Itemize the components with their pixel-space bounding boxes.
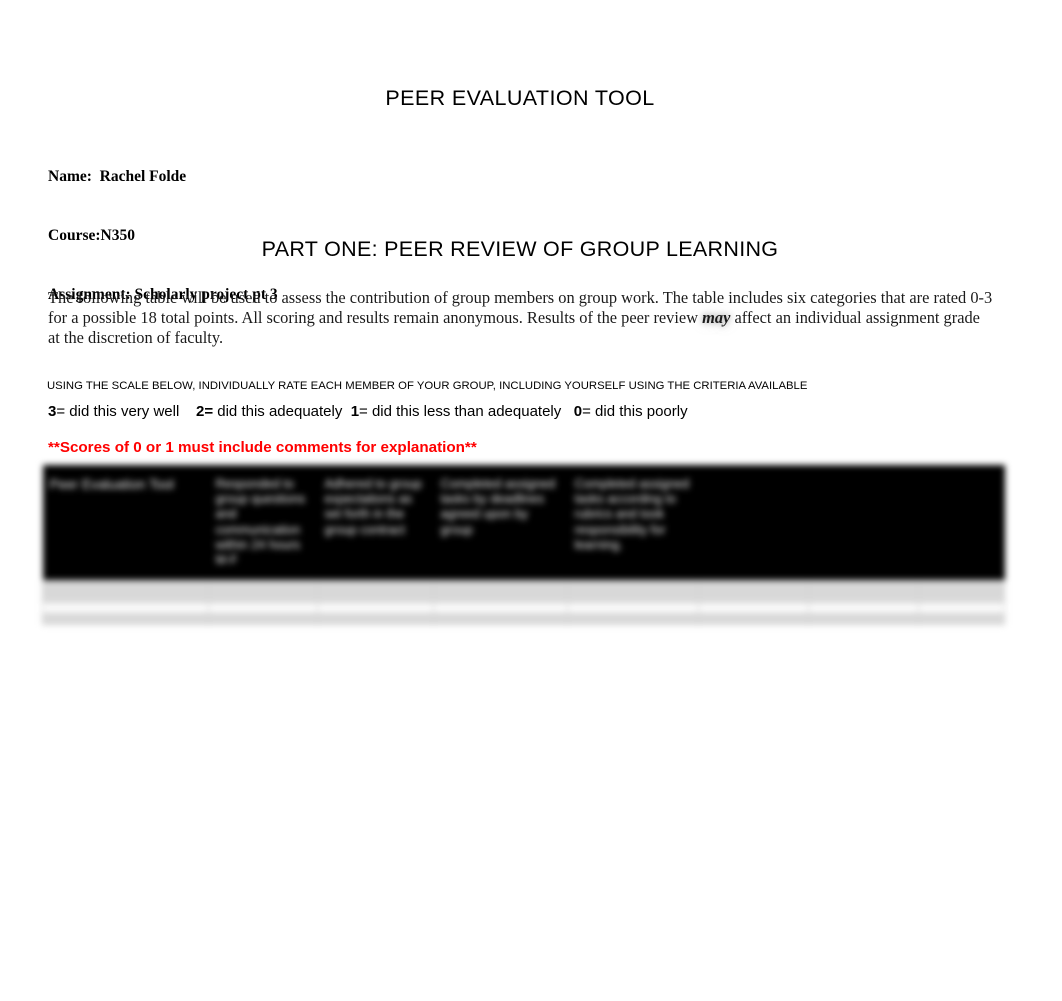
intro-emphasis-may: may — [702, 307, 731, 327]
column-header-obscured-3 — [918, 465, 1005, 581]
row-member-name — [42, 591, 209, 604]
scale-score-2: 2= — [195, 403, 214, 420]
row-cell-score — [208, 580, 318, 593]
row-cell-score — [433, 613, 568, 626]
row-cell-score — [918, 602, 1005, 615]
row-cell-score — [808, 613, 919, 626]
table-header-row: Peer Evaluation Tool Responded to group … — [42, 465, 1005, 581]
row-cell-score — [698, 613, 809, 626]
scale-key: 3= did this very well 2= did this adequa… — [48, 403, 688, 420]
column-header-obscured-2 — [808, 465, 919, 581]
row-member-name — [42, 613, 209, 626]
row-cell-score — [317, 602, 434, 615]
row-cell-score — [208, 591, 318, 604]
row-cell-score — [208, 613, 318, 626]
column-header-rubric-responsibility: Completed assigned tasks according to ru… — [567, 465, 699, 581]
scale-gap-1 — [179, 403, 196, 420]
rubric-table-header: Peer Evaluation Tool Responded to group … — [42, 465, 1005, 581]
intro-paragraph: The following table will be used to asse… — [48, 288, 994, 348]
scale-label-1: = did this less than adequately — [359, 403, 574, 420]
row-cell-score — [808, 602, 919, 615]
row-cell-score — [808, 580, 919, 593]
row-cell-score — [698, 602, 809, 615]
row-cell-score — [433, 580, 568, 593]
part-one-heading: PART ONE: PEER REVIEW OF GROUP LEARNING — [261, 237, 779, 261]
row-cell-score — [567, 591, 699, 604]
row-cell-score — [698, 591, 809, 604]
scale-score-1: 1 — [350, 403, 360, 420]
table-row — [42, 591, 1005, 604]
row-cell-score — [918, 613, 1005, 626]
row-cell-score — [208, 602, 318, 615]
column-header-title: Peer Evaluation Tool — [42, 465, 209, 581]
table-row — [42, 580, 1005, 593]
row-cell-score — [918, 580, 1005, 593]
rubric-table: Peer Evaluation Tool Responded to group … — [42, 465, 1005, 626]
scale-label-2: did this adequately — [213, 403, 351, 420]
row-cell-score — [433, 591, 568, 604]
table-row — [42, 602, 1005, 615]
column-header-contract-adherence: Adhered to group expectations as set for… — [317, 465, 434, 581]
row-member-name — [42, 602, 209, 615]
scale-score-0: 0 — [573, 403, 583, 420]
instruction-line: USING THE SCALE BELOW, INDIVIDUALLY RATE… — [47, 380, 808, 392]
table-row — [42, 613, 1005, 626]
column-header-obscured-1 — [698, 465, 809, 581]
warning-note: **Scores of 0 or 1 must include comments… — [48, 439, 477, 456]
row-cell-score — [567, 580, 699, 593]
row-cell-score — [433, 602, 568, 615]
row-member-name — [42, 580, 209, 593]
scale-label-3: = did this very well — [56, 403, 180, 420]
column-header-deadlines: Completed assigned tasks by deadlines ag… — [433, 465, 568, 581]
rubric-table-container: Peer Evaluation Tool Responded to group … — [42, 465, 1005, 755]
row-cell-score — [317, 591, 434, 604]
document-page: PEER EVALUATION TOOL Name: Rachel Folde … — [0, 0, 1062, 1001]
scale-label-0: = did this poorly — [582, 403, 688, 420]
page-title: PEER EVALUATION TOOL — [385, 86, 655, 110]
rubric-table-body — [42, 580, 1005, 626]
column-header-responsiveness: Responded to group questions and communi… — [208, 465, 318, 581]
row-cell-score — [317, 580, 434, 593]
row-cell-score — [317, 613, 434, 626]
row-cell-score — [567, 613, 699, 626]
row-cell-score — [698, 580, 809, 593]
row-cell-score — [808, 591, 919, 604]
row-cell-score — [567, 602, 699, 615]
name-line: Name: Rachel Folde — [48, 167, 187, 185]
row-cell-score — [918, 591, 1005, 604]
